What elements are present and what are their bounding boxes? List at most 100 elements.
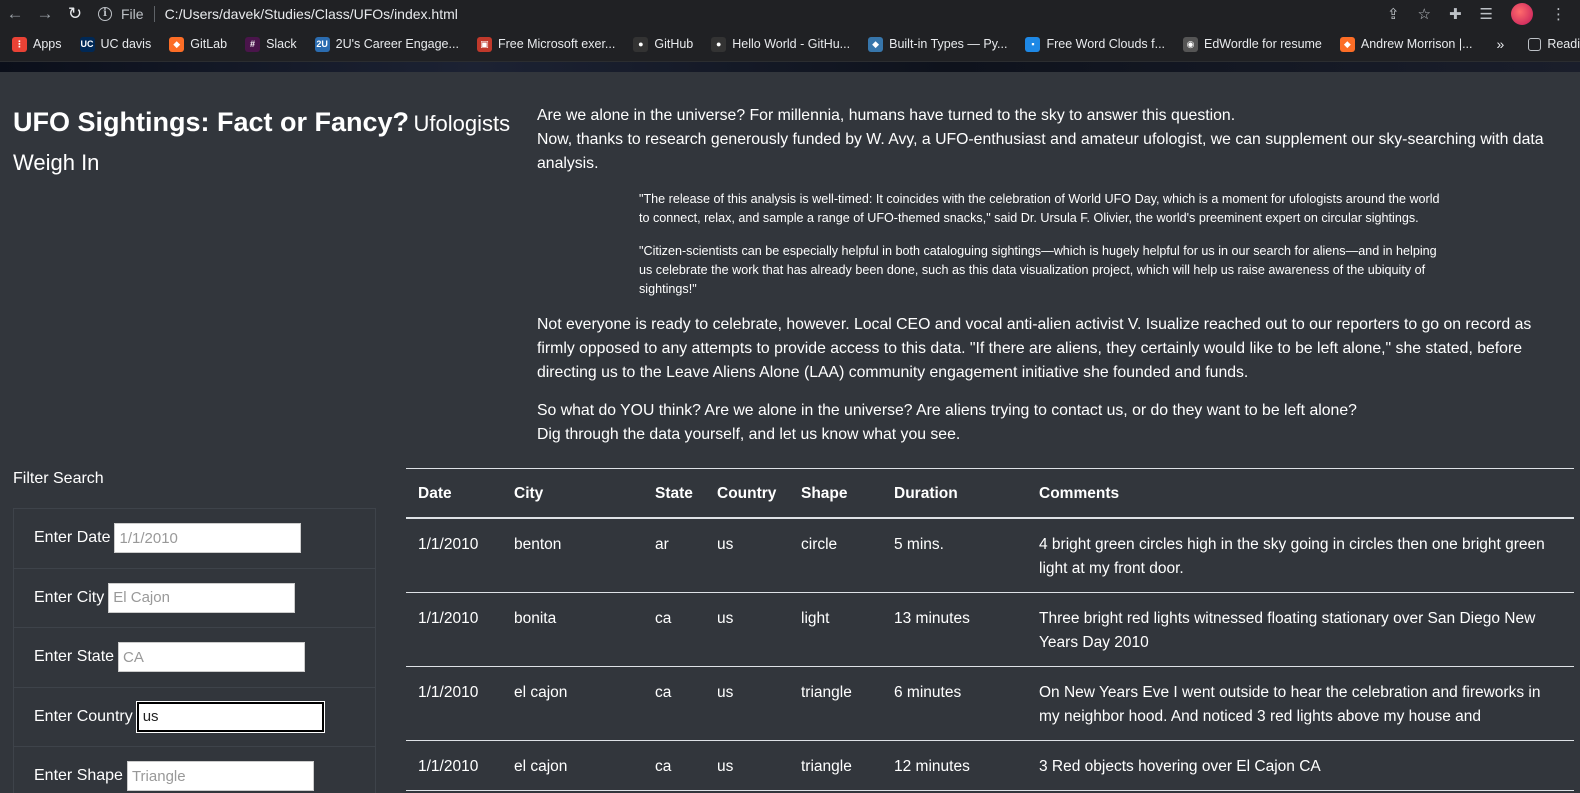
table-cell-shape: light (789, 592, 882, 667)
column-header-comments[interactable]: Comments (1027, 468, 1574, 519)
column-header-shape[interactable]: Shape (789, 468, 882, 519)
column-header-country[interactable]: Country (705, 468, 789, 519)
bookmark-item[interactable]: ◉ EdWordle for resume (1183, 36, 1322, 52)
page-heading: UFO Sightings: Fact or Fancy? Ufologists… (13, 104, 513, 184)
table-cell-country: us (705, 592, 789, 667)
table-cell-city: benton (502, 518, 643, 593)
intro-article: Are we alone in the universe? For millen… (537, 104, 1567, 461)
bookmark-item[interactable]: # Slack (245, 36, 297, 52)
table-cell-comments: 3 Red objects hovering over El Cajon CA (1027, 740, 1574, 791)
bookmark-label: UC davis (100, 37, 152, 51)
filter-item: Enter Date (14, 509, 375, 569)
date-filter-input[interactable] (114, 523, 302, 554)
page-title: UFO Sightings: Fact or Fancy? (13, 107, 410, 137)
star-icon[interactable]: ☆ (1418, 5, 1431, 23)
intro-line: So what do YOU think? Are we alone in th… (537, 402, 1357, 419)
bookmark-item[interactable]: 2U 2U's Career Engage... (314, 36, 459, 52)
url-separator (153, 5, 155, 22)
filter-label: Enter State (34, 648, 115, 666)
table-cell-state: ca (643, 666, 705, 741)
url-text[interactable]: C:/Users/davek/Studies/Class/UFOs/index.… (165, 6, 458, 22)
intro-line: Dig through the data yourself, and let u… (537, 426, 961, 443)
filter-label: Enter City (34, 588, 105, 606)
bookmark-item[interactable]: ◆ GitLab (169, 36, 228, 52)
bookmark-favicon-icon: UC (79, 36, 95, 52)
bookmark-item[interactable]: ▣ Free Microsoft exer... (476, 36, 615, 52)
table-cell-state: ca (643, 740, 705, 791)
table-cell-date: 1/1/2010 (406, 592, 502, 667)
bookmark-label: GitLab (190, 37, 228, 51)
column-header-date[interactable]: Date (406, 468, 502, 519)
table-cell-duration: 12 minutes (882, 740, 1027, 791)
table-row: 1/1/2010 el cajon ca us triangle 6 minutes On … (406, 666, 1574, 741)
filter-item: Enter Shape (14, 747, 375, 793)
state-filter-input[interactable] (118, 642, 306, 673)
reading-list-icon (1528, 37, 1542, 51)
table-row: 1/1/2010 el cajon ca us triangle 12 minutes 3 … (406, 740, 1574, 791)
filter-item: Enter City (14, 569, 375, 628)
bookmark-favicon-icon: ▪ (1025, 36, 1041, 52)
url-scheme-label: File (121, 5, 144, 22)
table-cell-comments: 4 bright green circles high in the sky g… (1027, 518, 1574, 593)
bookmarks-bar: ⋮ Apps UC UC davis ◆ GitLab # Slack 2U 2U's Caree… (0, 27, 1580, 62)
country-filter-input[interactable] (135, 700, 325, 733)
bookmark-favicon-icon: 2U (314, 36, 330, 52)
bookmark-item[interactable]: ⋮ Apps (12, 36, 62, 52)
reading-list-label: Reading lis (1547, 37, 1580, 51)
quote-block: "The release of this analysis is well-ti… (639, 190, 1447, 299)
intro-line: Now, thanks to research generously funde… (537, 131, 1544, 172)
table-cell-city: bonita (502, 592, 643, 667)
bookmark-item[interactable]: UC UC davis (79, 36, 152, 52)
bookmark-favicon-icon: ◉ (1183, 36, 1199, 52)
reading-list-button[interactable]: Reading lis (1528, 37, 1580, 51)
filter-label: Enter Country (34, 707, 133, 725)
bookmark-item[interactable]: ▪ Free Word Clouds f... (1025, 36, 1165, 52)
bookmark-item[interactable]: ◆ Built-in Types — Py... (868, 36, 1008, 52)
media-queue-icon[interactable]: ☰ (1480, 5, 1493, 23)
bookmarks-overflow-icon[interactable]: » (1497, 36, 1505, 52)
bookmark-item[interactable]: ◆ Andrew Morrison |... (1339, 36, 1473, 52)
table-cell-country: us (705, 666, 789, 741)
bookmark-label: 2U's Career Engage... (335, 37, 459, 51)
address-bar[interactable]: i File C:/Users/davek/Studies/Class/UFOs… (98, 0, 1387, 27)
page-banner-image (0, 62, 1580, 72)
quote-paragraph: "Citizen-scientists can be especially he… (639, 244, 1437, 296)
browser-toolbar: ← → ↻ i File C:/Users/davek/Studies/Clas… (0, 0, 1580, 27)
table-cell-shape: triangle (789, 666, 882, 741)
table-cell-country: us (705, 740, 789, 791)
filter-item: Enter Country (14, 688, 375, 747)
table-cell-date: 1/1/2010 (406, 518, 502, 593)
bookmark-favicon-icon: ● (711, 36, 727, 52)
bookmark-label: Built-in Types — Py... (889, 37, 1008, 51)
table-cell-state: ca (643, 592, 705, 667)
intro-paragraph: So what do YOU think? Are we alone in th… (537, 399, 1567, 447)
forward-arrow-icon[interactable]: → (30, 0, 60, 27)
filter-search-title: Filter Search (13, 470, 104, 487)
bookmark-item[interactable]: ● GitHub (633, 36, 693, 52)
table-body: 1/1/2010 benton ar us circle 5 mins. 4 bright … (406, 518, 1574, 791)
table-cell-country: us (705, 518, 789, 593)
table-cell-shape: triangle (789, 740, 882, 791)
column-header-duration[interactable]: Duration (882, 468, 1027, 519)
bookmark-favicon-icon: ◆ (868, 36, 884, 52)
table-cell-duration: 6 minutes (882, 666, 1027, 741)
filter-item: Enter State (14, 628, 375, 688)
table-cell-comments: Three bright red lights witnessed floati… (1027, 592, 1574, 667)
column-header-city[interactable]: City (502, 468, 643, 519)
bookmark-label: Apps (33, 37, 62, 51)
shape-filter-input[interactable] (126, 761, 314, 792)
menu-icon[interactable]: ⋮ (1551, 5, 1566, 23)
bookmark-label: Hello World - GitHu... (732, 37, 851, 51)
profile-avatar[interactable] (1511, 2, 1533, 25)
share-icon[interactable]: ⇪ (1387, 5, 1400, 23)
city-filter-input[interactable] (108, 582, 296, 613)
back-arrow-icon[interactable]: ← (0, 0, 30, 27)
table-cell-duration: 13 minutes (882, 592, 1027, 667)
reload-icon[interactable]: ↻ (60, 0, 90, 27)
table-row: 1/1/2010 benton ar us circle 5 mins. 4 bright … (406, 518, 1574, 593)
extensions-icon[interactable]: ✚ (1449, 5, 1462, 23)
column-header-state[interactable]: State (643, 468, 705, 519)
bookmark-item[interactable]: ● Hello World - GitHu... (711, 36, 851, 52)
table-cell-date: 1/1/2010 (406, 666, 502, 741)
info-icon[interactable]: i (98, 6, 112, 21)
